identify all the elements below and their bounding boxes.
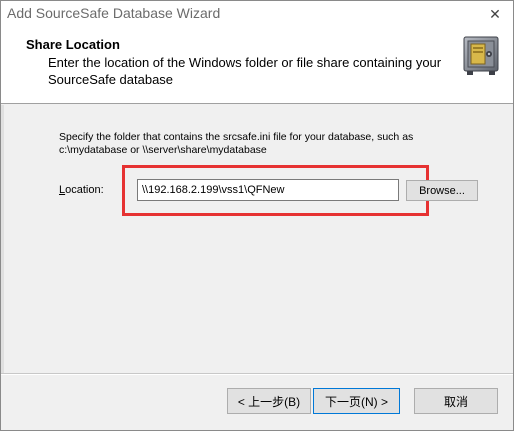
location-label: Location:	[59, 184, 104, 196]
footer-divider-highlight	[1, 374, 513, 375]
left-edge	[1, 105, 4, 373]
wizard-header: Share Location Enter the location of the…	[1, 27, 513, 104]
page-description: Enter the location of the Windows folder…	[48, 55, 442, 87]
location-label-text: ocation:	[65, 184, 104, 196]
window-title: Add SourceSafe Database Wizard	[7, 5, 221, 21]
cancel-button[interactable]: 取消	[414, 388, 498, 414]
instruction-text: Specify the folder that contains the src…	[59, 131, 414, 156]
back-button[interactable]: < 上一步(B)	[227, 388, 311, 414]
wizard-window: Add SourceSafe Database Wizard ✕ Share L…	[0, 0, 514, 431]
title-bar: Add SourceSafe Database Wizard ✕	[1, 1, 513, 27]
browse-button[interactable]: Browse...	[406, 180, 478, 201]
location-input[interactable]	[137, 179, 399, 201]
close-icon: ✕	[489, 5, 501, 22]
page-title: Share Location	[26, 37, 120, 52]
safe-icon	[461, 33, 501, 77]
next-button[interactable]: 下一页(N) >	[313, 388, 400, 414]
close-button[interactable]: ✕	[479, 1, 511, 27]
